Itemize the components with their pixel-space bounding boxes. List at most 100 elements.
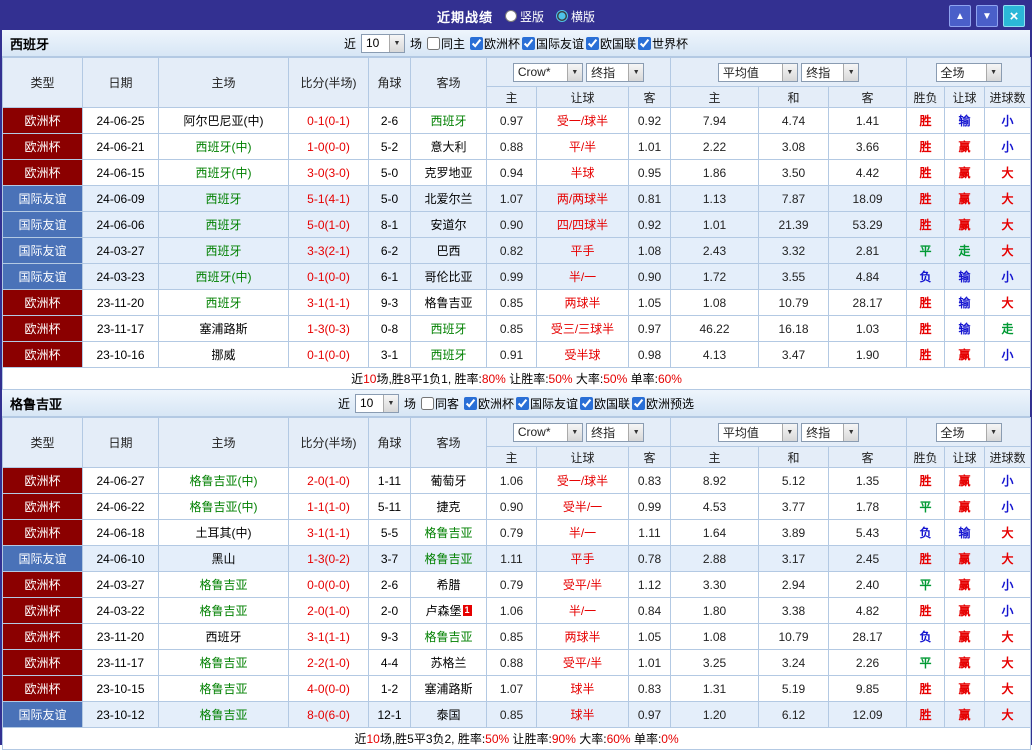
competition-checkbox[interactable]: 欧国联 [580, 395, 630, 412]
chevron-down-icon: ▼ [782, 424, 797, 441]
result-goals: 大 [985, 212, 1031, 238]
move-up-button[interactable]: ▲ [949, 5, 971, 27]
titlebar-center: 近期战绩 竖版 横版 [437, 7, 595, 26]
recent-results-panel: 近期战绩 竖版 横版 ▲ ▼ × 西班牙 近 10▼ 场 [0, 0, 1032, 745]
match-row: 国际友谊23-10-12格鲁吉亚8-0(6-0)12-1泰国0.85球半0.97… [3, 702, 1031, 728]
handicap-line: 两/两球半 [537, 186, 629, 212]
competition-checkbox[interactable]: 国际友谊 [522, 35, 584, 52]
match-date: 23-11-20 [83, 290, 159, 316]
corners: 8-1 [369, 212, 411, 238]
competition-label: 国际友谊 [536, 35, 584, 52]
home-team: 格鲁吉亚 [159, 676, 289, 702]
average-select[interactable]: 平均值▼ [718, 423, 798, 442]
match-type: 欧洲杯 [3, 624, 83, 650]
layout-horizontal-option[interactable]: 横版 [556, 8, 595, 25]
col-away: 客场 [411, 418, 487, 468]
scope-select[interactable]: 全场▼ [936, 63, 1002, 82]
avg-odds-home: 2.88 [671, 546, 759, 572]
handicap-odds-home: 0.85 [487, 702, 537, 728]
corners: 4-4 [369, 650, 411, 676]
handicap-line: 球半 [537, 676, 629, 702]
result-handicap: 赢 [945, 160, 985, 186]
competition-input[interactable] [586, 37, 599, 50]
score: 3-1(1-1) [289, 290, 369, 316]
avg-odds-away: 4.82 [829, 598, 907, 624]
match-row: 国际友谊24-06-06西班牙5-0(1-0)8-1安道尔0.90四/四球半0.… [3, 212, 1031, 238]
close-button[interactable]: × [1003, 5, 1025, 27]
filter-controls: 近 10▼ 场 同主 欧洲杯国际友谊欧国联世界杯 [344, 34, 688, 53]
competition-input[interactable] [638, 37, 651, 50]
match-date: 24-06-10 [83, 546, 159, 572]
avg-odds-draw: 2.94 [759, 572, 829, 598]
competition-input[interactable] [632, 397, 645, 410]
competition-input[interactable] [580, 397, 593, 410]
avg-odds-draw: 5.19 [759, 676, 829, 702]
sub-result-handicap: 让球 [945, 87, 985, 108]
table-header-row: 类型 日期 主场 比分(半场) 角球 客场 Crow*▼ 终指▼ 平均值▼ 终指… [3, 58, 1031, 87]
away-team: 西班牙 [411, 342, 487, 368]
handicap-line: 两球半 [537, 290, 629, 316]
avg-odds-draw: 3.32 [759, 238, 829, 264]
average-select[interactable]: 平均值▼ [718, 63, 798, 82]
odds-stage-select[interactable]: 终指▼ [586, 423, 644, 442]
recent-count-select[interactable]: 10▼ [361, 34, 405, 53]
home-team: 挪威 [159, 342, 289, 368]
competition-checkbox[interactable]: 欧洲预选 [632, 395, 694, 412]
horizontal-radio[interactable] [556, 10, 568, 22]
corners: 5-2 [369, 134, 411, 160]
bookmaker-select[interactable]: Crow*▼ [513, 423, 583, 442]
avg-odds-home: 3.30 [671, 572, 759, 598]
same-venue-input[interactable] [427, 37, 440, 50]
arrow-down-icon: ▼ [982, 11, 992, 22]
same-venue-checkbox[interactable]: 同主 [427, 35, 465, 52]
avg-odds-away: 1.41 [829, 108, 907, 134]
handicap-odds-home: 0.90 [487, 212, 537, 238]
result-goals: 小 [985, 598, 1031, 624]
match-date: 24-03-27 [83, 572, 159, 598]
summary-label: 让胜率: [506, 372, 549, 386]
col-score: 比分(半场) [289, 58, 369, 108]
corners: 5-5 [369, 520, 411, 546]
match-date: 24-06-21 [83, 134, 159, 160]
scope-select[interactable]: 全场▼ [936, 423, 1002, 442]
average-stage-select[interactable]: 终指▼ [801, 423, 859, 442]
result-wdl: 平 [907, 572, 945, 598]
competition-checkbox[interactable]: 欧国联 [586, 35, 636, 52]
competition-checkbox[interactable]: 欧洲杯 [470, 35, 520, 52]
layout-vertical-option[interactable]: 竖版 [505, 8, 544, 25]
sub-result: 胜负 [907, 87, 945, 108]
handicap-odds-away: 1.05 [629, 624, 671, 650]
avg-odds-draw: 7.87 [759, 186, 829, 212]
summary-row: 近10场,胜5平3负2, 胜率:50% 让胜率:90% 大率:60% 单率:0% [3, 728, 1031, 750]
handicap-odds-away: 1.05 [629, 290, 671, 316]
vertical-radio[interactable] [505, 10, 517, 22]
recent-count-select[interactable]: 10▼ [355, 394, 399, 413]
competition-checkbox[interactable]: 欧洲杯 [464, 395, 514, 412]
summary-row: 近10场,胜8平1负1, 胜率:80% 让胜率:50% 大率:50% 单率:60… [3, 368, 1031, 390]
result-wdl: 平 [907, 238, 945, 264]
handicap-odds-home: 0.85 [487, 316, 537, 342]
result-wdl: 胜 [907, 290, 945, 316]
corners: 5-11 [369, 494, 411, 520]
handicap-line: 受平/半 [537, 572, 629, 598]
average-stage-select[interactable]: 终指▼ [801, 63, 859, 82]
same-venue-checkbox[interactable]: 同客 [421, 395, 459, 412]
move-down-button[interactable]: ▼ [976, 5, 998, 27]
competition-input[interactable] [464, 397, 477, 410]
results-table: 类型 日期 主场 比分(半场) 角球 客场 Crow*▼ 终指▼ 平均值▼ 终指… [2, 417, 1031, 750]
summary-value: 60% [607, 732, 631, 746]
odds-stage-select[interactable]: 终指▼ [586, 63, 644, 82]
home-team: 黑山 [159, 546, 289, 572]
avg-odds-draw: 16.18 [759, 316, 829, 342]
bookmaker-select[interactable]: Crow*▼ [513, 63, 583, 82]
competition-input[interactable] [470, 37, 483, 50]
competition-checkbox[interactable]: 世界杯 [638, 35, 688, 52]
competition-input[interactable] [522, 37, 535, 50]
summary-label: 让胜率: [509, 732, 552, 746]
same-venue-input[interactable] [421, 397, 434, 410]
competition-checkbox[interactable]: 国际友谊 [516, 395, 578, 412]
avg-odds-draw: 3.77 [759, 494, 829, 520]
competition-input[interactable] [516, 397, 529, 410]
score: 3-1(1-1) [289, 624, 369, 650]
match-date: 23-10-15 [83, 676, 159, 702]
